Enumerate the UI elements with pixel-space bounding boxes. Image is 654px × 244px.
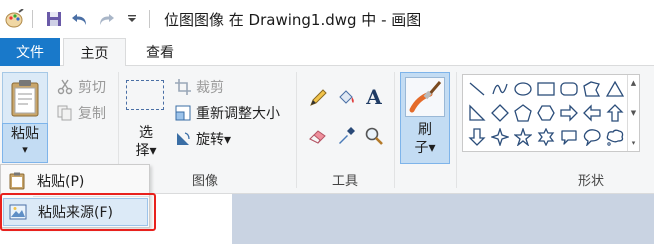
menu-item-paste-from-label: 粘贴来源(F) [38, 205, 113, 221]
select-label-top: 选 [139, 125, 153, 141]
brushes-label-bottom: 子▾ [414, 140, 436, 156]
image-group-label: 图像 [192, 174, 219, 189]
select-label-bottom: 择▾ [135, 143, 157, 159]
redo-icon[interactable] [95, 8, 117, 30]
title-bar: 位图图像 在 Drawing1.dwg 中 - 画图 [0, 0, 654, 38]
menu-item-paste-from[interactable]: 粘贴来源(F) [3, 198, 148, 226]
shapes-scrollbar[interactable]: ▲ ▼ ▾ [627, 75, 639, 151]
rotate-button[interactable]: 旋转▾ [174, 128, 231, 150]
down-arrow-shape-icon[interactable] [465, 125, 488, 149]
brushes-label-top: 刷 [418, 122, 432, 138]
eraser-icon[interactable] [306, 124, 330, 148]
paste-button[interactable] [2, 72, 48, 124]
crop-label: 裁剪 [196, 80, 224, 96]
resize-icon [174, 104, 192, 122]
toolbar-divider [32, 10, 33, 28]
oval-callout-shape-icon[interactable] [580, 125, 603, 149]
undo-icon[interactable] [69, 8, 91, 30]
up-arrow-shape-icon[interactable] [603, 101, 626, 125]
magnifier-icon[interactable] [362, 124, 386, 148]
ribbon-tabs: 文件 主页 查看 [0, 38, 654, 67]
brushes-button[interactable]: 刷 子▾ [400, 72, 450, 164]
five-point-star-shape-icon[interactable] [511, 125, 534, 149]
rounded-rectangle-shape-icon[interactable] [557, 77, 580, 101]
quick-access-toolbar [0, 0, 156, 38]
scroll-up-icon[interactable]: ▲ [631, 79, 636, 87]
window-title: 位图图像 在 Drawing1.dwg 中 - 画图 [164, 10, 422, 29]
tab-home[interactable]: 主页 [63, 38, 126, 67]
chevron-down-icon: ▾ [22, 143, 28, 156]
cloud-callout-shape-icon[interactable] [603, 125, 626, 149]
left-arrow-shape-icon[interactable] [580, 101, 603, 125]
brush-icon [405, 77, 445, 117]
scroll-down-icon[interactable]: ▼ [631, 109, 636, 117]
curve-shape-icon[interactable] [488, 77, 511, 101]
copy-icon [56, 104, 74, 122]
resize-button[interactable]: 重新调整大小 [174, 102, 280, 124]
triangle-shape-icon[interactable] [603, 77, 626, 101]
oval-shape-icon[interactable] [511, 77, 534, 101]
paste-dropdown-button[interactable]: 粘贴 ▾ [2, 123, 48, 163]
rounded-callout-shape-icon[interactable] [557, 125, 580, 149]
cut-label: 剪切 [78, 80, 106, 96]
toolbar-divider [149, 10, 150, 28]
group-divider [296, 72, 297, 188]
rotate-icon [174, 130, 192, 148]
clipboard-icon [11, 80, 39, 117]
crop-button[interactable]: 裁剪 [174, 76, 224, 98]
cut-button[interactable]: 剪切 [56, 76, 106, 98]
copy-label: 复制 [78, 106, 106, 122]
copy-button[interactable]: 复制 [56, 102, 106, 124]
diamond-shape-icon[interactable] [488, 101, 511, 125]
save-icon[interactable] [43, 8, 65, 30]
pencil-icon[interactable] [306, 86, 330, 110]
expand-gallery-icon[interactable]: ▾ [632, 139, 636, 147]
hexagon-shape-icon[interactable] [534, 101, 557, 125]
shapes-gallery[interactable]: ▲ ▼ ▾ [462, 74, 640, 152]
group-divider [456, 72, 457, 188]
line-shape-icon[interactable] [465, 77, 488, 101]
polygon-shape-icon[interactable] [580, 77, 603, 101]
right-triangle-shape-icon[interactable] [465, 101, 488, 125]
six-point-star-shape-icon[interactable] [534, 125, 557, 149]
text-icon[interactable]: A [362, 84, 386, 110]
menu-item-paste-label: 粘贴(P) [37, 174, 85, 190]
four-point-star-shape-icon[interactable] [488, 125, 511, 149]
fill-bucket-icon[interactable] [334, 86, 358, 110]
resize-label: 重新调整大小 [196, 106, 280, 122]
select-button[interactable]: 选 择▾ [132, 124, 160, 160]
tools-group-label: 工具 [332, 174, 359, 189]
rectangle-shape-icon[interactable] [534, 77, 557, 101]
group-divider [394, 72, 395, 188]
rotate-label: 旋转▾ [196, 132, 232, 148]
menu-item-paste[interactable]: 粘贴(P) [3, 167, 148, 195]
right-arrow-shape-icon[interactable] [557, 101, 580, 125]
crop-icon [174, 78, 192, 96]
paste-from-image-icon [8, 202, 28, 222]
shapes-group-label: 形状 [578, 174, 605, 189]
menu-divider [33, 196, 149, 197]
scissors-icon [56, 78, 74, 96]
tab-file[interactable]: 文件 [0, 38, 60, 66]
customize-dropdown-icon[interactable] [121, 8, 143, 30]
paint-app-icon[interactable] [4, 8, 26, 30]
tab-view[interactable]: 查看 [132, 38, 188, 66]
pentagon-shape-icon[interactable] [511, 101, 534, 125]
clipboard-icon [7, 171, 27, 191]
shapes-grid [465, 77, 627, 149]
color-picker-icon[interactable] [334, 124, 358, 148]
select-rectangle-icon[interactable] [126, 80, 164, 110]
paste-label: 粘贴 [11, 126, 39, 142]
paste-dropdown-menu: 粘贴(P) 粘贴来源(F) [0, 164, 150, 228]
